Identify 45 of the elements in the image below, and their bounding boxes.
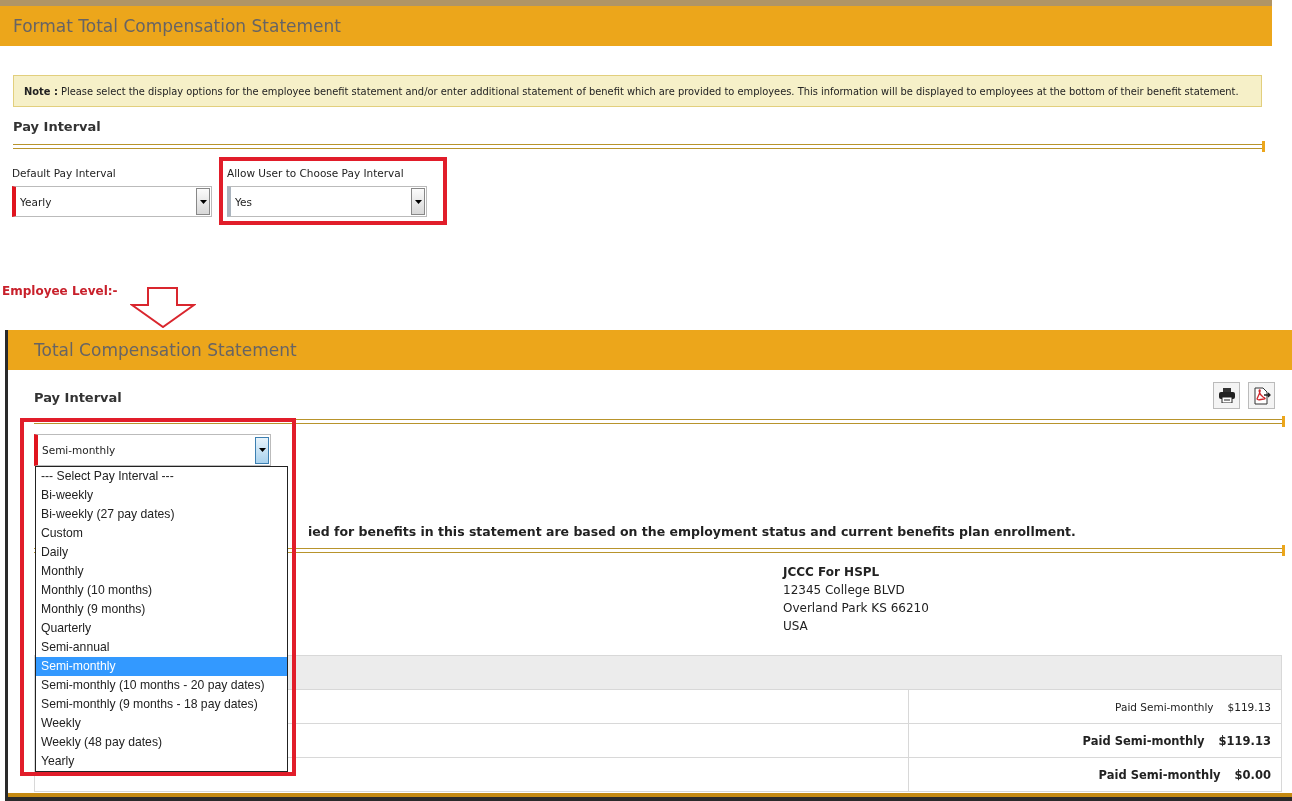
dropdown-option[interactable]: Bi-weekly	[36, 486, 287, 505]
dropdown-option[interactable]: Semi-monthly (10 months - 20 pay dates)	[36, 676, 287, 695]
dropdown-option[interactable]: Monthly (10 months)	[36, 581, 287, 600]
dropdown[interactable]: Yes	[227, 186, 427, 217]
dropdown-option[interactable]: Weekly (48 pay dates)	[36, 733, 287, 752]
address-line: USA	[783, 618, 809, 635]
dropdown-option[interactable]: --- Select Pay Interval ---	[36, 467, 287, 486]
section-title: Pay Interval	[13, 119, 102, 134]
page-title: Format Total Compensation Statement	[13, 16, 341, 36]
employer-name: JCCC For HSPL	[783, 564, 881, 581]
print-icon	[1218, 388, 1235, 403]
page-title: Total Compensation Statement	[34, 340, 297, 360]
statement-note: ied for benefits in this statement are based on the employment status and current benefits plan enrollment.	[308, 524, 1076, 539]
table-cell: Paid Semi-monthly	[1082, 733, 1205, 748]
dropdown-option[interactable]: Yearly	[36, 752, 287, 771]
annotation-label: Employee Level:-	[2, 284, 118, 298]
table-cell: $119.13	[1218, 733, 1271, 748]
table-cell: Paid Semi-monthly	[1115, 700, 1214, 713]
section-title: Pay Interval	[34, 390, 122, 405]
table-cell: $0.00	[1234, 767, 1271, 782]
caret-icon	[411, 188, 425, 215]
dropdown-option[interactable]: Monthly (9 months)	[36, 600, 287, 619]
dropdown-option[interactable]: Bi-weekly (27 pay dates)	[36, 505, 287, 524]
dropdown-option[interactable]: Semi-monthly (9 months - 18 pay dates)	[36, 695, 287, 714]
down-arrow-icon	[130, 287, 196, 328]
address-line: Overland Park KS 66210	[783, 600, 930, 617]
pay-interval-dropdown[interactable]: Semi-monthly	[34, 434, 271, 466]
dropdown-option[interactable]: Weekly	[36, 714, 287, 733]
table-cell: Paid Semi-monthly	[1098, 767, 1221, 782]
dropdown-option[interactable]: Daily	[36, 543, 287, 562]
caret-icon	[196, 188, 210, 215]
dropdown-option[interactable]: Custom	[36, 524, 287, 543]
dropdown[interactable]: Yearly	[12, 186, 212, 217]
pdf-export-button[interactable]	[1248, 382, 1275, 409]
print-button[interactable]	[1213, 382, 1240, 409]
address-line: 12345 College BLVD	[783, 582, 906, 599]
dropdown-option[interactable]: Monthly	[36, 562, 287, 581]
dropdown-option[interactable]: Semi-annual	[36, 638, 287, 657]
dropdown-option[interactable]: Quarterly	[36, 619, 287, 638]
table-cell: $119.13	[1227, 700, 1271, 713]
field-label: Default Pay Interval	[12, 167, 117, 179]
note-text: Note : Please select the display options for the employee benefit statement and/or enter additional statement of benefit which are provided to employees. This information will be displayed to employees at the bottom of their benefit statement.	[24, 85, 1239, 97]
caret-icon	[255, 436, 269, 464]
field-label: Allow User to Choose Pay Interval	[227, 167, 405, 179]
pdf-export-icon	[1252, 386, 1271, 405]
